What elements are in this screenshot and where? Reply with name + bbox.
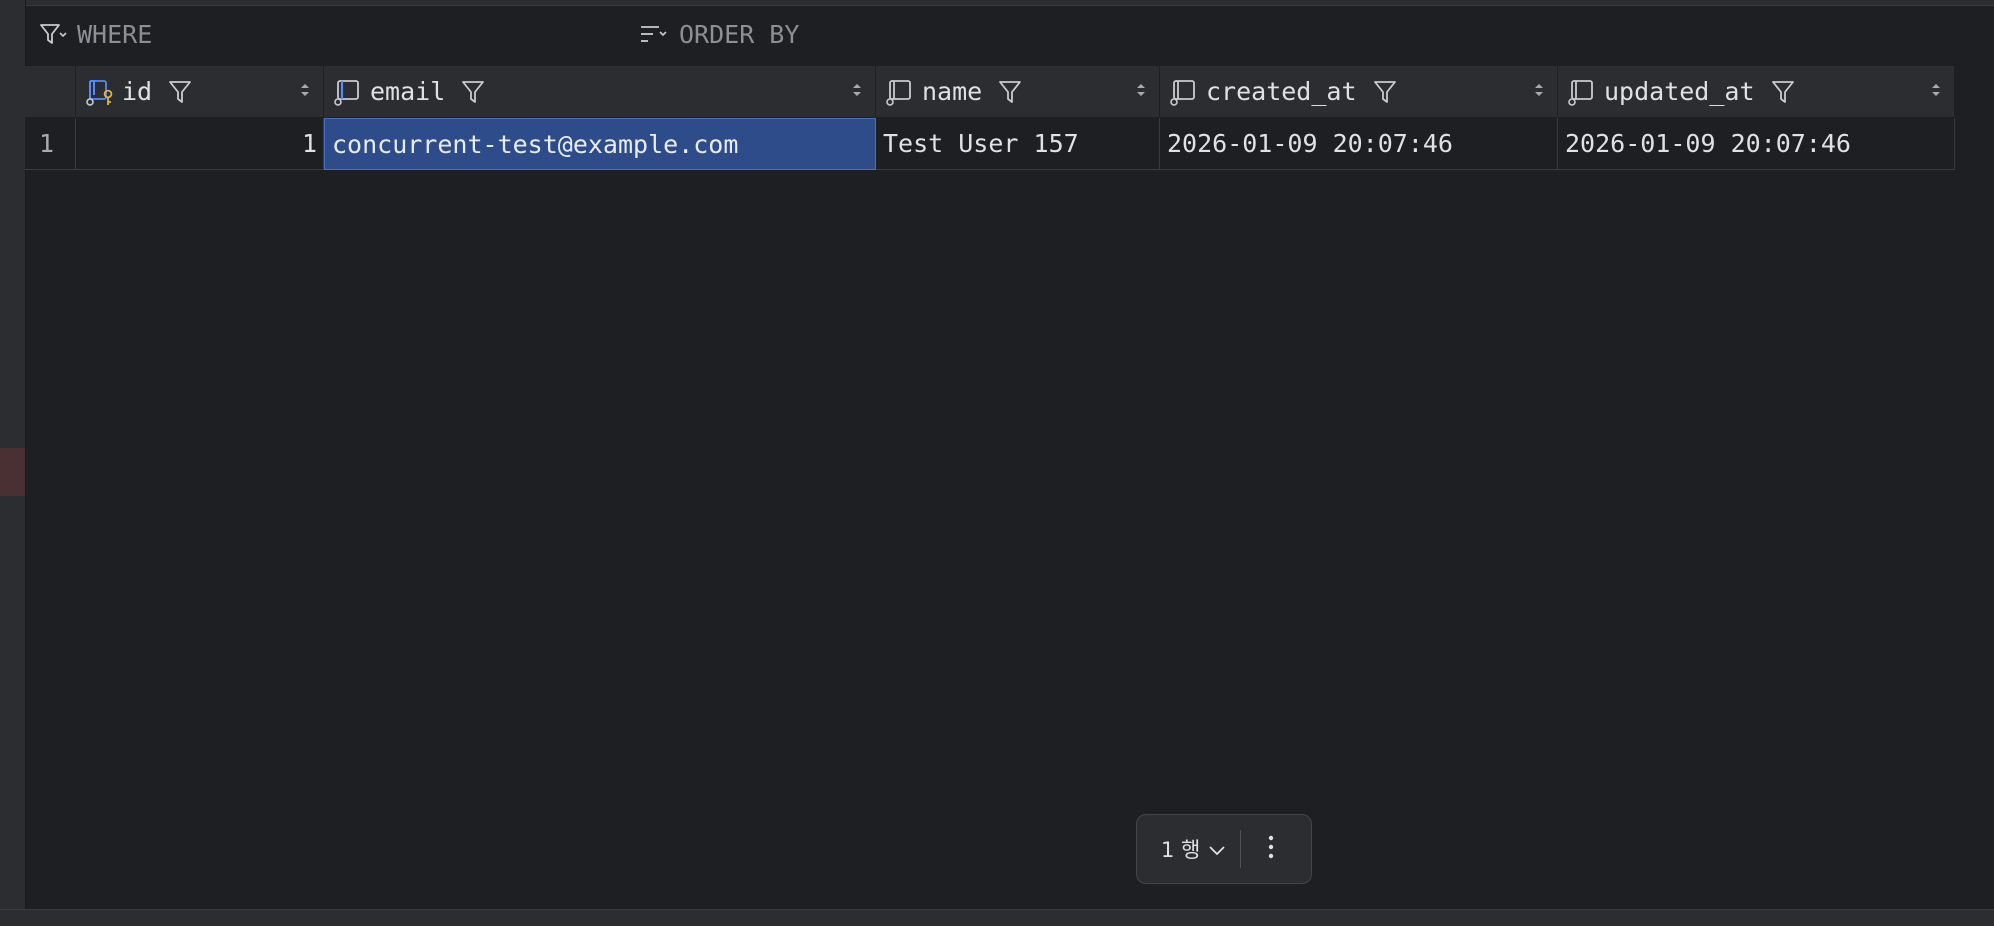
where-label: WHERE (77, 20, 153, 49)
cell-name[interactable]: Test User 157 (876, 118, 1160, 170)
cell-id[interactable]: 1 (76, 118, 324, 170)
gutter-marker (0, 448, 25, 496)
column-header-id[interactable]: id (76, 66, 324, 118)
cell-email[interactable]: concurrent-test@example.com (324, 118, 876, 170)
sort-icon (639, 22, 669, 48)
chevron-down-icon (1208, 837, 1226, 861)
column-header-created-at[interactable]: created_at (1160, 66, 1558, 118)
row-number-header[interactable] (25, 66, 76, 118)
row-count-label: 1 행 (1161, 838, 1201, 862)
sort-toggle-icon[interactable] (299, 77, 311, 106)
column-icon (1566, 77, 1604, 107)
column-filter-icon[interactable] (461, 79, 485, 105)
column-icon (332, 77, 370, 107)
sort-toggle-icon[interactable] (1533, 77, 1545, 106)
row-count-dropdown[interactable]: 1 행 (1137, 815, 1226, 883)
column-icon (884, 77, 922, 107)
cell-created-at[interactable]: 2026-01-09 20:07:46 (1160, 118, 1558, 170)
results-table: id email name created_at updated_at 1 1 … (25, 66, 1955, 170)
cell-updated-at[interactable]: 2026-01-09 20:07:46 (1558, 118, 1955, 170)
sort-toggle-icon[interactable] (1135, 77, 1147, 106)
more-vertical-icon (1268, 835, 1274, 863)
column-filter-icon[interactable] (168, 79, 192, 105)
column-label-created-at: created_at (1206, 77, 1357, 106)
column-header-email[interactable]: email (324, 66, 876, 118)
column-header-name[interactable]: name (876, 66, 1160, 118)
column-filter-icon[interactable] (1771, 79, 1795, 105)
table-row[interactable]: 1 1 concurrent-test@example.com Test Use… (25, 118, 1955, 170)
sort-toggle-icon[interactable] (851, 77, 863, 106)
column-label-name: name (922, 77, 983, 106)
filter-icon (39, 22, 67, 48)
order-by-label: ORDER BY (679, 20, 800, 49)
table-header-row: id email name created_at updated_at (25, 66, 1955, 118)
sort-toggle-icon[interactable] (1930, 77, 1942, 106)
column-filter-icon[interactable] (1373, 79, 1397, 105)
data-grid-view: WHERE ORDER BY id email name created_at … (0, 0, 1994, 926)
bottom-status-bar (0, 909, 1994, 926)
column-header-updated-at[interactable]: updated_at (1558, 66, 1955, 118)
pagination-control: 1 행 (1136, 814, 1312, 884)
filter-bar: WHERE ORDER BY (25, 6, 1994, 66)
more-options-button[interactable] (1241, 815, 1301, 883)
column-label-id: id (122, 77, 153, 106)
row-number-cell[interactable]: 1 (25, 118, 76, 170)
column-label-email: email (370, 77, 446, 106)
column-label-updated-at: updated_at (1604, 77, 1755, 106)
order-by-filter[interactable]: ORDER BY (639, 20, 799, 49)
primary-key-column-icon (84, 77, 122, 107)
column-filter-icon[interactable] (998, 79, 1022, 105)
left-gutter (0, 0, 26, 910)
where-filter[interactable]: WHERE (39, 20, 152, 49)
column-icon (1168, 77, 1206, 107)
